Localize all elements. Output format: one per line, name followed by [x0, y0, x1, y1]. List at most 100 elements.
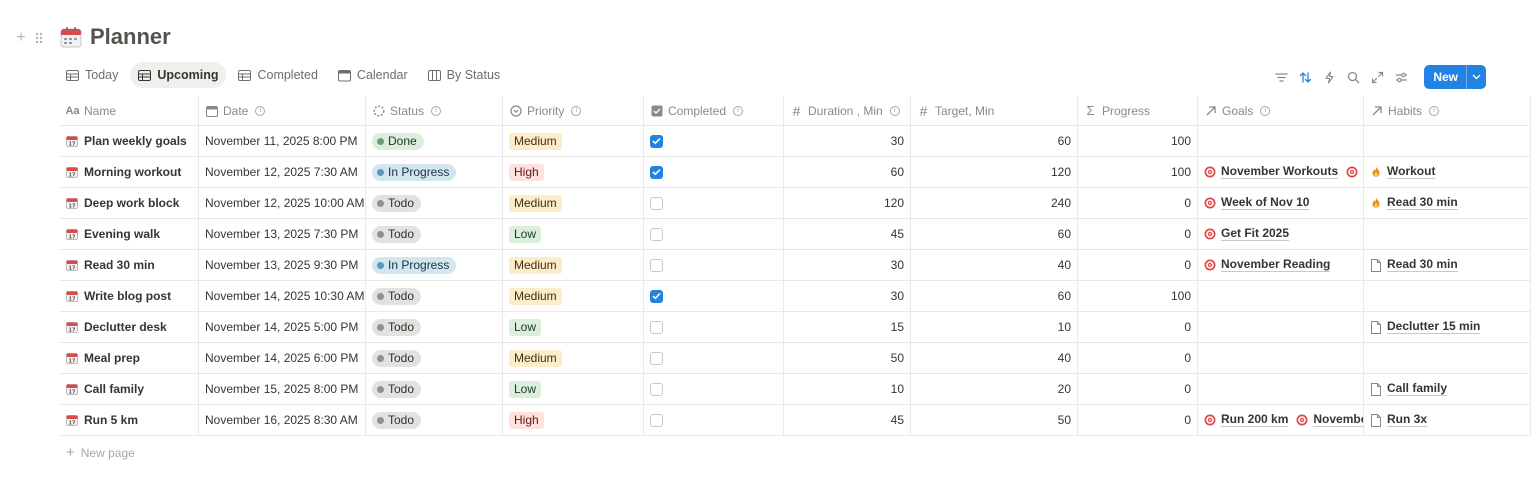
column-header-date[interactable]: Date i [199, 96, 366, 125]
duration-cell[interactable]: 50 [784, 343, 911, 373]
habits-cell[interactable]: Workout [1364, 157, 1531, 187]
status-cell[interactable]: Todo [366, 374, 503, 404]
progress-cell[interactable]: 0 [1078, 405, 1198, 435]
completed-checkbox[interactable] [650, 227, 663, 241]
date-cell[interactable]: November 14, 2025 5:00 PM [199, 312, 366, 342]
completed-checkbox[interactable] [650, 134, 663, 148]
name-cell[interactable]: 17 Plan weekly goals [60, 126, 199, 156]
table-row[interactable]: 17 Declutter desk November 14, 2025 5:00 P… [60, 312, 1531, 343]
goals-cell[interactable]: November Reading [1198, 250, 1364, 280]
habits-cell[interactable] [1364, 126, 1531, 156]
habits-cell[interactable]: Read 30 min [1364, 250, 1531, 280]
progress-cell[interactable]: 0 [1078, 219, 1198, 249]
target-cell[interactable]: 60 [911, 281, 1078, 311]
column-header-habits[interactable]: Habits i [1364, 96, 1531, 125]
habits-cell[interactable]: Run 3x [1364, 405, 1531, 435]
progress-cell[interactable]: 100 [1078, 281, 1198, 311]
target-cell[interactable]: 60 [911, 219, 1078, 249]
name-cell[interactable]: 17 Morning workout [60, 157, 199, 187]
info-icon[interactable]: i [1429, 105, 1440, 116]
search-icon[interactable] [1346, 70, 1360, 84]
calendar-icon[interactable] [60, 26, 82, 48]
status-cell[interactable]: Todo [366, 188, 503, 218]
goals-cell[interactable]: Get Fit 2025 [1198, 219, 1364, 249]
info-icon[interactable]: i [255, 105, 266, 116]
progress-cell[interactable]: 0 [1078, 188, 1198, 218]
date-cell[interactable]: November 14, 2025 6:00 PM [199, 343, 366, 373]
status-cell[interactable]: Todo [366, 281, 503, 311]
progress-cell[interactable]: 0 [1078, 374, 1198, 404]
goals-cell[interactable]: Week of Nov 10 [1198, 188, 1364, 218]
target-cell[interactable]: 60 [911, 126, 1078, 156]
info-icon[interactable]: i [889, 105, 900, 116]
column-header-name[interactable]: Aa Name [60, 96, 199, 125]
duration-cell[interactable]: 30 [784, 250, 911, 280]
page-title[interactable]: Planner [90, 24, 171, 50]
info-icon[interactable]: i [733, 105, 744, 116]
name-cell[interactable]: 17 Deep work block [60, 188, 199, 218]
name-cell[interactable]: 17 Meal prep [60, 343, 199, 373]
completed-checkbox[interactable] [650, 320, 663, 334]
status-cell[interactable]: In Progress [366, 157, 503, 187]
table-row[interactable]: 17 Write blog post November 14, 2025 10:30… [60, 281, 1531, 312]
table-row[interactable]: 17 Morning workout November 12, 2025 7:30 … [60, 157, 1531, 188]
goals-cell[interactable] [1198, 312, 1364, 342]
goals-cell[interactable]: November Workouts W [1198, 157, 1364, 187]
date-cell[interactable]: November 11, 2025 8:00 PM [199, 126, 366, 156]
table-row[interactable]: 17 Meal prep November 14, 2025 6:00 PM Todo… [60, 343, 1531, 374]
progress-cell[interactable]: 0 [1078, 343, 1198, 373]
target-cell[interactable]: 40 [911, 250, 1078, 280]
target-cell[interactable]: 120 [911, 157, 1078, 187]
completed-checkbox[interactable] [650, 351, 663, 365]
table-row[interactable]: 17 Read 30 min November 13, 2025 9:30 PM In… [60, 250, 1531, 281]
completed-checkbox[interactable] [650, 382, 663, 396]
add-block-icon[interactable]: + [14, 29, 28, 46]
habits-cell[interactable]: Read 30 min [1364, 188, 1531, 218]
tab-by-status[interactable]: By Status [420, 62, 509, 88]
completed-checkbox[interactable] [650, 258, 663, 272]
new-button[interactable]: New [1424, 65, 1486, 89]
name-cell[interactable]: 17 Evening walk [60, 219, 199, 249]
table-row[interactable]: 17 Call family November 15, 2025 8:00 PM To… [60, 374, 1531, 405]
duration-cell[interactable]: 10 [784, 374, 911, 404]
habit-relation[interactable]: Declutter 15 min [1370, 320, 1481, 334]
date-cell[interactable]: November 12, 2025 7:30 AM [199, 157, 366, 187]
duration-cell[interactable]: 30 [784, 281, 911, 311]
column-header-status[interactable]: Status i [366, 96, 503, 125]
column-header-completed[interactable]: Completed i [644, 96, 784, 125]
goals-cell[interactable] [1198, 374, 1364, 404]
goals-cell[interactable] [1198, 126, 1364, 156]
goals-cell[interactable] [1198, 281, 1364, 311]
priority-cell[interactable]: Medium [503, 126, 644, 156]
drag-handle-icon[interactable] [32, 30, 46, 46]
completed-checkbox[interactable] [650, 196, 663, 210]
habit-relation[interactable]: Call family [1370, 382, 1448, 396]
column-header-priority[interactable]: Priority i [503, 96, 644, 125]
column-header-goals[interactable]: Goals i [1198, 96, 1364, 125]
goal-relation[interactable]: November Reading [1204, 258, 1331, 272]
name-cell[interactable]: 17 Write blog post [60, 281, 199, 311]
priority-cell[interactable]: Low [503, 374, 644, 404]
date-cell[interactable]: November 14, 2025 10:30 AM [199, 281, 366, 311]
filter-icon[interactable] [1274, 70, 1288, 84]
duration-cell[interactable]: 30 [784, 126, 911, 156]
goals-cell[interactable]: Run 200 km Novembe [1198, 405, 1364, 435]
progress-cell[interactable]: 100 [1078, 157, 1198, 187]
status-cell[interactable]: Done [366, 126, 503, 156]
target-cell[interactable]: 50 [911, 405, 1078, 435]
goals-cell[interactable] [1198, 343, 1364, 373]
priority-cell[interactable]: High [503, 157, 644, 187]
status-cell[interactable]: Todo [366, 405, 503, 435]
name-cell[interactable]: 17 Declutter desk [60, 312, 199, 342]
status-cell[interactable]: Todo [366, 219, 503, 249]
habits-cell[interactable]: Declutter 15 min [1364, 312, 1531, 342]
info-icon[interactable]: i [431, 105, 442, 116]
priority-cell[interactable]: Low [503, 312, 644, 342]
habit-relation[interactable]: Read 30 min [1370, 196, 1458, 210]
info-icon[interactable]: i [1260, 105, 1271, 116]
settings-sliders-icon[interactable] [1394, 70, 1408, 84]
progress-cell[interactable]: 0 [1078, 312, 1198, 342]
target-cell[interactable]: 20 [911, 374, 1078, 404]
goal-relation[interactable]: W [1346, 165, 1363, 179]
completed-checkbox[interactable] [650, 413, 663, 427]
